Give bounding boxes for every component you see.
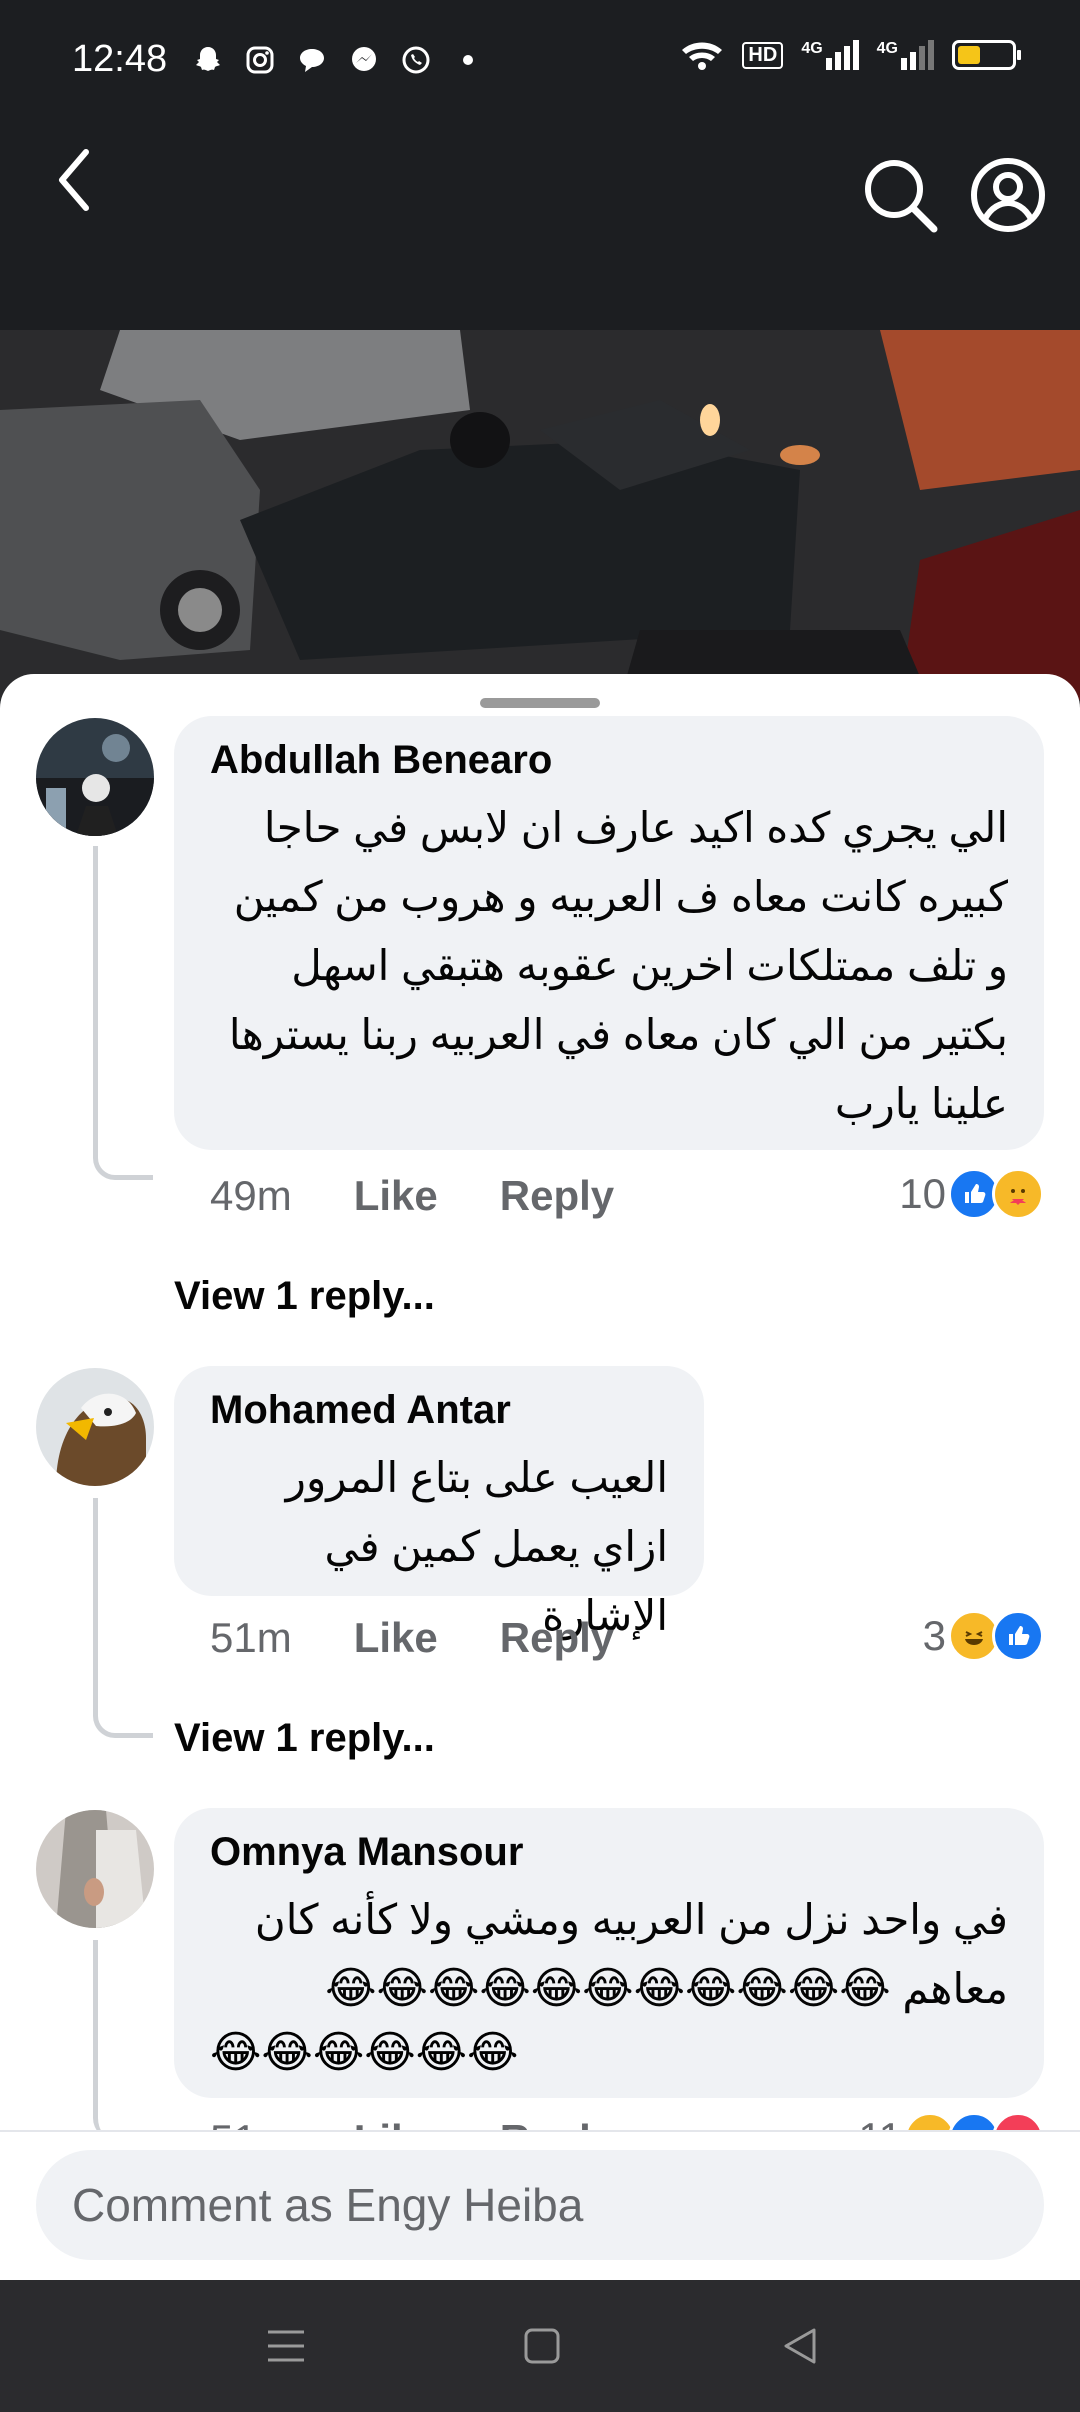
back-nav-button[interactable] <box>770 2316 830 2376</box>
reaction-count: 3 <box>922 1612 946 1659</box>
reply-button[interactable]: Reply <box>500 1614 614 1662</box>
emoji-line-1: 😂😂😂😂😂😂😂😂😂😂😂 <box>325 1964 891 2013</box>
app-header <box>0 125 1080 330</box>
comment-timestamp: 49m <box>210 1172 292 1219</box>
profile-button[interactable] <box>968 155 1048 235</box>
comment-composer-bar: Comment as Engy Heiba <box>0 2130 1080 2282</box>
status-bar: 12:48 HD 4G 4G <box>0 0 1080 125</box>
like-button[interactable]: Like <box>354 2116 438 2130</box>
dot-icon <box>450 42 486 78</box>
comment-author[interactable]: Abdullah Benearo <box>210 738 1008 783</box>
thread-line <box>93 1498 153 1738</box>
system-nav-bar <box>0 2280 1080 2412</box>
home-nav-button[interactable] <box>512 2316 572 2376</box>
love-reaction-icon <box>992 2112 1044 2130</box>
reaction-summary[interactable]: 10 <box>899 1168 1044 1220</box>
comment-text: في واحد نزل من العربيه ومشي ولا كأنه كان… <box>210 1885 1008 2023</box>
signal-2: 4G <box>877 40 934 70</box>
search-button[interactable] <box>860 155 940 235</box>
snapchat-icon <box>190 42 226 78</box>
reply-button[interactable]: Reply <box>500 2116 614 2130</box>
emoji-line-2: 😂😂😂😂😂😂 <box>210 2028 519 2077</box>
chat-bubble-icon <box>294 42 330 78</box>
comment-actions: 51m Like Reply <box>210 1614 676 1662</box>
menu-nav-button[interactable] <box>256 2316 316 2376</box>
view-replies-link[interactable]: View 1 reply... <box>174 1274 435 1319</box>
reaction-count: 10 <box>899 1170 946 1217</box>
menu-icon <box>268 2330 304 2362</box>
avatar[interactable] <box>36 1810 154 1928</box>
notification-icons <box>190 42 486 78</box>
reaction-summary[interactable]: 11 <box>858 2112 1044 2130</box>
comment-actions: 51m Like Reply <box>210 2116 676 2130</box>
view-replies-link[interactable]: View 1 reply... <box>174 1716 435 1761</box>
comment-bubble[interactable]: Abdullah Benearo الي يجري كده اكيد عارف … <box>174 716 1044 1150</box>
avatar[interactable] <box>36 718 154 836</box>
profile-icon <box>971 158 1045 232</box>
avatar[interactable] <box>36 1368 154 1486</box>
reaction-summary[interactable]: 3 <box>923 1610 1044 1662</box>
haha-reaction-icon <box>904 2112 956 2130</box>
video-frame[interactable] <box>0 330 1080 700</box>
back-arrow-icon <box>59 149 89 211</box>
care-reaction-icon <box>992 1168 1044 1220</box>
like-button[interactable]: Like <box>354 1172 438 1220</box>
comment-author[interactable]: Omnya Mansour <box>210 1830 1008 1875</box>
thread-line <box>93 846 153 1180</box>
signal-1: 4G <box>801 40 859 70</box>
messenger-icon <box>346 42 382 78</box>
back-triangle-icon <box>784 2328 816 2364</box>
reply-button[interactable]: Reply <box>500 1172 614 1220</box>
wifi-icon <box>682 42 723 70</box>
battery-icon <box>952 40 1021 70</box>
sheet-drag-handle[interactable] <box>480 698 600 708</box>
like-reaction-icon <box>948 2112 1000 2130</box>
comment-actions: 49m Like Reply <box>210 1172 676 1220</box>
video-thumbnail <box>0 330 1080 700</box>
reaction-count: 11 <box>858 2114 902 2130</box>
like-reaction-icon <box>992 1610 1044 1662</box>
instagram-icon <box>242 42 278 78</box>
status-time: 12:48 <box>72 38 168 80</box>
thread-line <box>93 1940 153 2130</box>
system-indicators: HD 4G 4G <box>680 38 1021 72</box>
comment-timestamp: 51m <box>210 2116 292 2130</box>
comments-sheet[interactable]: Abdullah Benearo الي يجري كده اكيد عارف … <box>0 674 1080 2130</box>
like-button[interactable]: Like <box>354 1614 438 1662</box>
comment-bubble[interactable]: Mohamed Antar العيب على بتاع المرور ازاي… <box>174 1366 704 1639</box>
home-square-icon <box>524 2328 560 2364</box>
back-button[interactable] <box>34 135 114 225</box>
comment-bubble[interactable]: Omnya Mansour في واحد نزل من العربيه ومش… <box>174 1808 1044 2098</box>
hd-badge: HD <box>742 41 784 69</box>
comment-timestamp: 51m <box>210 1614 292 1661</box>
search-icon <box>865 160 938 233</box>
whatsapp-icon <box>398 42 434 78</box>
comment-input[interactable]: Comment as Engy Heiba <box>36 2150 1044 2260</box>
comment-text: الي يجري كده اكيد عارف ان لابس في حاجا ك… <box>228 804 1008 1127</box>
comment-author[interactable]: Mohamed Antar <box>210 1388 668 1433</box>
